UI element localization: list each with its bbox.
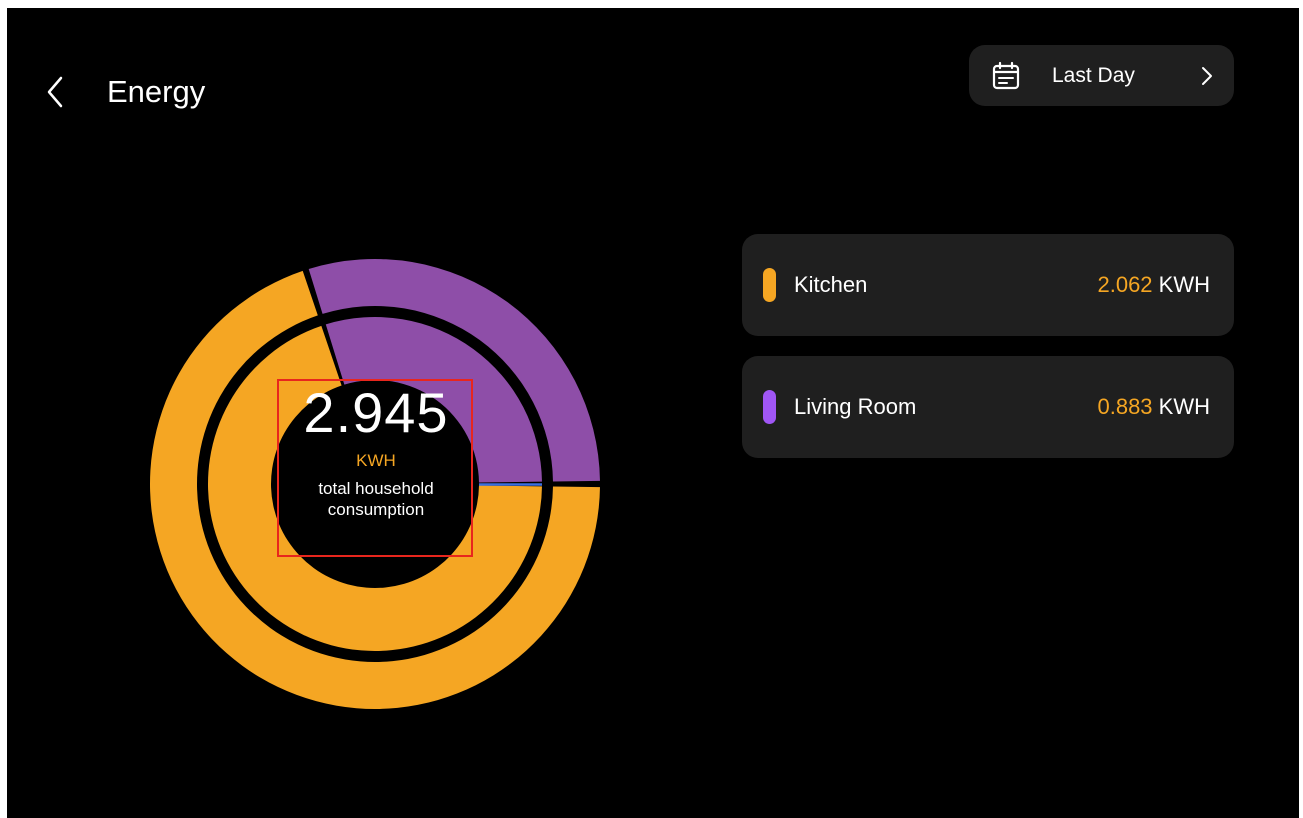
total-consumption: 2.945 KWH total household consumption bbox=[278, 378, 474, 520]
back-button[interactable] bbox=[37, 72, 77, 112]
kitchen-value: 2.062 bbox=[1097, 272, 1153, 297]
legend-item-value: 0.883 KWH bbox=[1097, 391, 1210, 423]
total-value: 2.945 bbox=[303, 381, 449, 444]
calendar-icon bbox=[992, 61, 1020, 90]
page-title: Energy bbox=[107, 74, 206, 109]
legend-item-living-room[interactable]: Living Room 0.883 KWH bbox=[742, 356, 1234, 458]
energy-screen: Energy Last Day 2.945 KWH total househol… bbox=[7, 8, 1299, 818]
date-range-selector[interactable]: Last Day bbox=[969, 45, 1234, 106]
living-room-value: 0.883 bbox=[1097, 394, 1153, 419]
legend-item-kitchen[interactable]: Kitchen 2.062 KWH bbox=[742, 234, 1234, 336]
legend-item-name: Living Room bbox=[794, 394, 917, 419]
living-room-color-swatch bbox=[763, 390, 776, 424]
living-room-unit: KWH bbox=[1158, 394, 1210, 419]
total-unit: KWH bbox=[356, 451, 396, 470]
legend-item-value: 2.062 KWH bbox=[1097, 269, 1210, 301]
chevron-right-icon bbox=[1202, 67, 1212, 85]
date-range-label: Last Day bbox=[1052, 64, 1135, 87]
chevron-left-icon bbox=[47, 76, 63, 108]
total-description: total household consumption bbox=[318, 479, 434, 519]
kitchen-color-swatch bbox=[763, 268, 776, 302]
legend-item-name: Kitchen bbox=[794, 272, 868, 297]
kitchen-unit: KWH bbox=[1158, 272, 1210, 297]
